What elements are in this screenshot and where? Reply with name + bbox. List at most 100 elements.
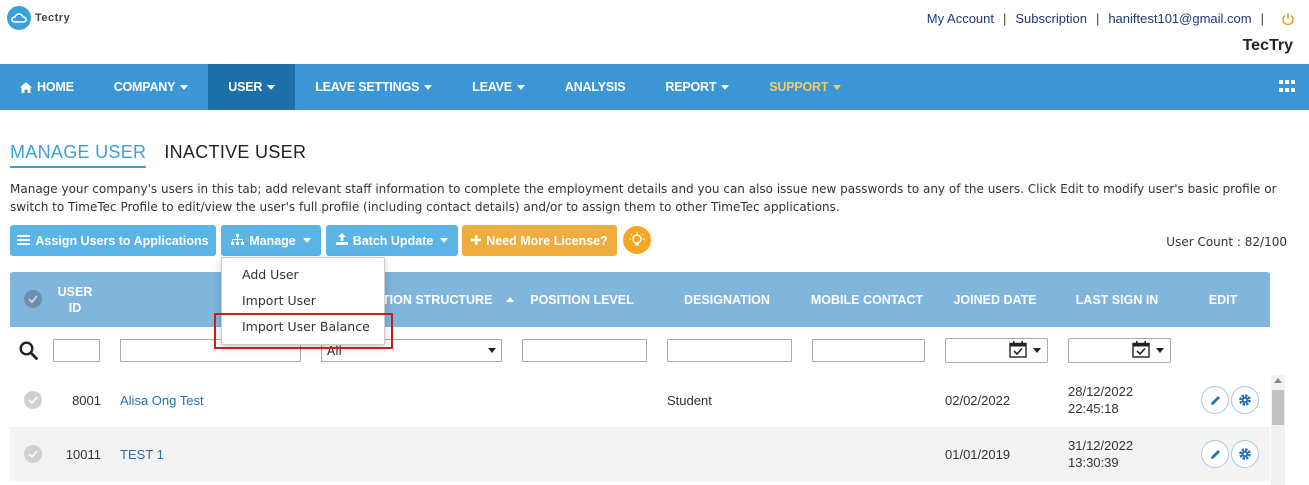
header-edit: EDIT — [1208, 292, 1238, 307]
caret-down-icon — [1156, 348, 1164, 353]
lightbulb-icon[interactable] — [623, 226, 651, 254]
batch-update-label: Batch Update — [352, 233, 434, 248]
nav-user-label: USER — [228, 80, 263, 94]
company-name: TecTry — [1242, 37, 1293, 54]
menu-item-import-user-balance[interactable]: Import User Balance — [242, 319, 370, 334]
nav-home-label: HOME — [37, 80, 74, 94]
assign-users-button[interactable]: Assign Users to Applications — [10, 225, 216, 256]
user-name-link[interactable]: TEST 1 — [120, 427, 164, 481]
header-designation[interactable]: DESIGNATION — [667, 272, 787, 327]
apps-grid-icon[interactable] — [1279, 80, 1295, 94]
nav-report[interactable]: REPORT — [645, 64, 749, 110]
need-license-label: Need More License? — [486, 233, 608, 248]
sitemap-icon — [231, 233, 245, 248]
header-user-id[interactable]: USER ID — [50, 272, 100, 327]
row-checkbox[interactable] — [24, 391, 42, 409]
upload-icon — [335, 233, 348, 248]
separator: | — [1095, 11, 1100, 26]
edit-pencil-icon[interactable] — [1201, 386, 1229, 414]
nav-support-label: SUPPORT — [769, 80, 829, 94]
my-account-link[interactable]: My Account — [927, 11, 994, 26]
select-all-checkbox[interactable] — [24, 290, 42, 308]
account-links: My Account | Subscription | haniftest101… — [927, 11, 1295, 26]
nav-home[interactable]: HOME — [0, 64, 94, 110]
last-sign-in-time: 13:30:39 — [1068, 455, 1119, 470]
settings-gear-icon[interactable] — [1231, 440, 1259, 468]
caret-down-icon — [440, 238, 449, 243]
nav-user[interactable]: USER — [208, 64, 296, 110]
batch-update-button[interactable]: Batch Update — [326, 225, 458, 256]
caret-down-icon — [516, 84, 525, 90]
joined-date-filter[interactable] — [945, 338, 1048, 363]
settings-gear-icon[interactable] — [1231, 386, 1259, 414]
caret-down-icon — [267, 84, 276, 90]
nav-analysis-label: ANALYSIS — [564, 80, 626, 94]
menu-item-add-user[interactable]: Add User — [242, 267, 299, 282]
table-row: 8001 Alisa Ong Test Student 02/02/2022 2… — [10, 373, 1270, 427]
header-last-sign-in[interactable]: LAST SIGN IN — [1067, 272, 1167, 327]
manage-button[interactable]: Manage — [221, 225, 321, 256]
nav-report-label: REPORT — [665, 80, 717, 94]
tab-manage-user[interactable]: MANAGE USER — [10, 142, 147, 168]
menu-item-import-user[interactable]: Import User — [242, 293, 316, 308]
caret-down-icon — [1033, 348, 1041, 353]
user-id-cell: 10011 — [65, 446, 101, 462]
caret-down-icon — [833, 84, 842, 90]
nav-company[interactable]: COMPANY — [94, 64, 209, 110]
user-count: User Count : 82/100 — [1166, 235, 1287, 249]
subscription-link[interactable]: Subscription — [1015, 11, 1087, 26]
row-checkbox[interactable] — [24, 445, 42, 463]
manage-dropdown-menu: Add User Import User Import User Balance — [221, 257, 385, 345]
nav-analysis[interactable]: ANALYSIS — [545, 64, 645, 110]
joined-date-cell: 02/02/2022 — [945, 392, 1011, 408]
designation-cell: Student — [667, 392, 712, 408]
caret-down-icon — [424, 84, 433, 90]
user-email-link[interactable]: haniftest101@gmail.com — [1108, 11, 1251, 26]
scroll-up-icon[interactable] — [1274, 378, 1282, 383]
nav-support[interactable]: SUPPORT — [749, 64, 861, 110]
user-id-cell: 8001 — [72, 392, 101, 408]
table-header: USER ID NAME TION STRUCTURE POSITION LEV… — [10, 272, 1270, 327]
calendar-check-icon — [1009, 340, 1027, 361]
need-license-button[interactable]: Need More License? — [462, 225, 617, 256]
nav-leave[interactable]: LEAVE — [452, 64, 545, 110]
position-level-filter-input[interactable] — [522, 339, 647, 362]
scrollbar-thumb[interactable] — [1272, 390, 1284, 425]
header-position-level[interactable]: POSITION LEVEL — [522, 272, 642, 327]
user-name-link[interactable]: Alisa Ong Test — [120, 373, 204, 427]
plus-icon — [471, 234, 482, 248]
joined-date-cell: 01/01/2019 — [945, 446, 1011, 462]
last-sign-in-filter[interactable] — [1068, 338, 1171, 363]
page-description: Manage your company's users in this tab;… — [10, 182, 1277, 214]
table-row: 10011 TEST 1 01/01/2019 31/12/2022 13:30… — [10, 427, 1270, 481]
sort-ascending-icon — [506, 297, 515, 302]
last-sign-in-date: 28/12/2022 — [1068, 384, 1134, 399]
header-joined-date[interactable]: JOINED DATE — [945, 272, 1045, 327]
home-icon — [20, 81, 32, 93]
main-nav: HOME COMPANY USER LEAVE SETTINGS LEAVE A… — [0, 64, 1309, 110]
nav-leave-settings-label: LEAVE SETTINGS — [315, 80, 420, 94]
designation-filter-input[interactable] — [667, 339, 792, 362]
power-icon[interactable] — [1281, 12, 1295, 26]
logo-text: Tectry — [35, 12, 71, 24]
header-user-id-line2: ID — [68, 300, 82, 315]
mobile-contact-filter-input[interactable] — [812, 339, 925, 362]
separator: | — [1003, 11, 1007, 26]
brand-logo[interactable]: Tectry — [7, 6, 70, 30]
user-tabs: MANAGE USER INACTIVE USER — [10, 142, 306, 168]
cloud-icon — [7, 6, 31, 30]
nav-leave-settings[interactable]: LEAVE SETTINGS — [295, 64, 452, 110]
header-mobile-contact[interactable]: MOBILE CONTACT — [807, 272, 927, 327]
last-sign-in-time: 22:45:18 — [1068, 401, 1119, 416]
list-icon — [17, 234, 31, 248]
edit-pencil-icon[interactable] — [1201, 440, 1229, 468]
caret-down-icon — [488, 348, 496, 353]
header-org-structure-label: TION STRUCTURE — [382, 292, 493, 307]
manage-label: Manage — [249, 233, 296, 248]
search-icon[interactable] — [19, 341, 38, 363]
tab-inactive-user[interactable]: INACTIVE USER — [164, 142, 306, 168]
user-id-filter-input[interactable] — [53, 339, 100, 362]
org-structure-filter-value: All — [327, 343, 342, 358]
nav-company-label: COMPANY — [113, 80, 176, 94]
header-org-structure[interactable]: TION STRUCTURE — [382, 272, 515, 327]
